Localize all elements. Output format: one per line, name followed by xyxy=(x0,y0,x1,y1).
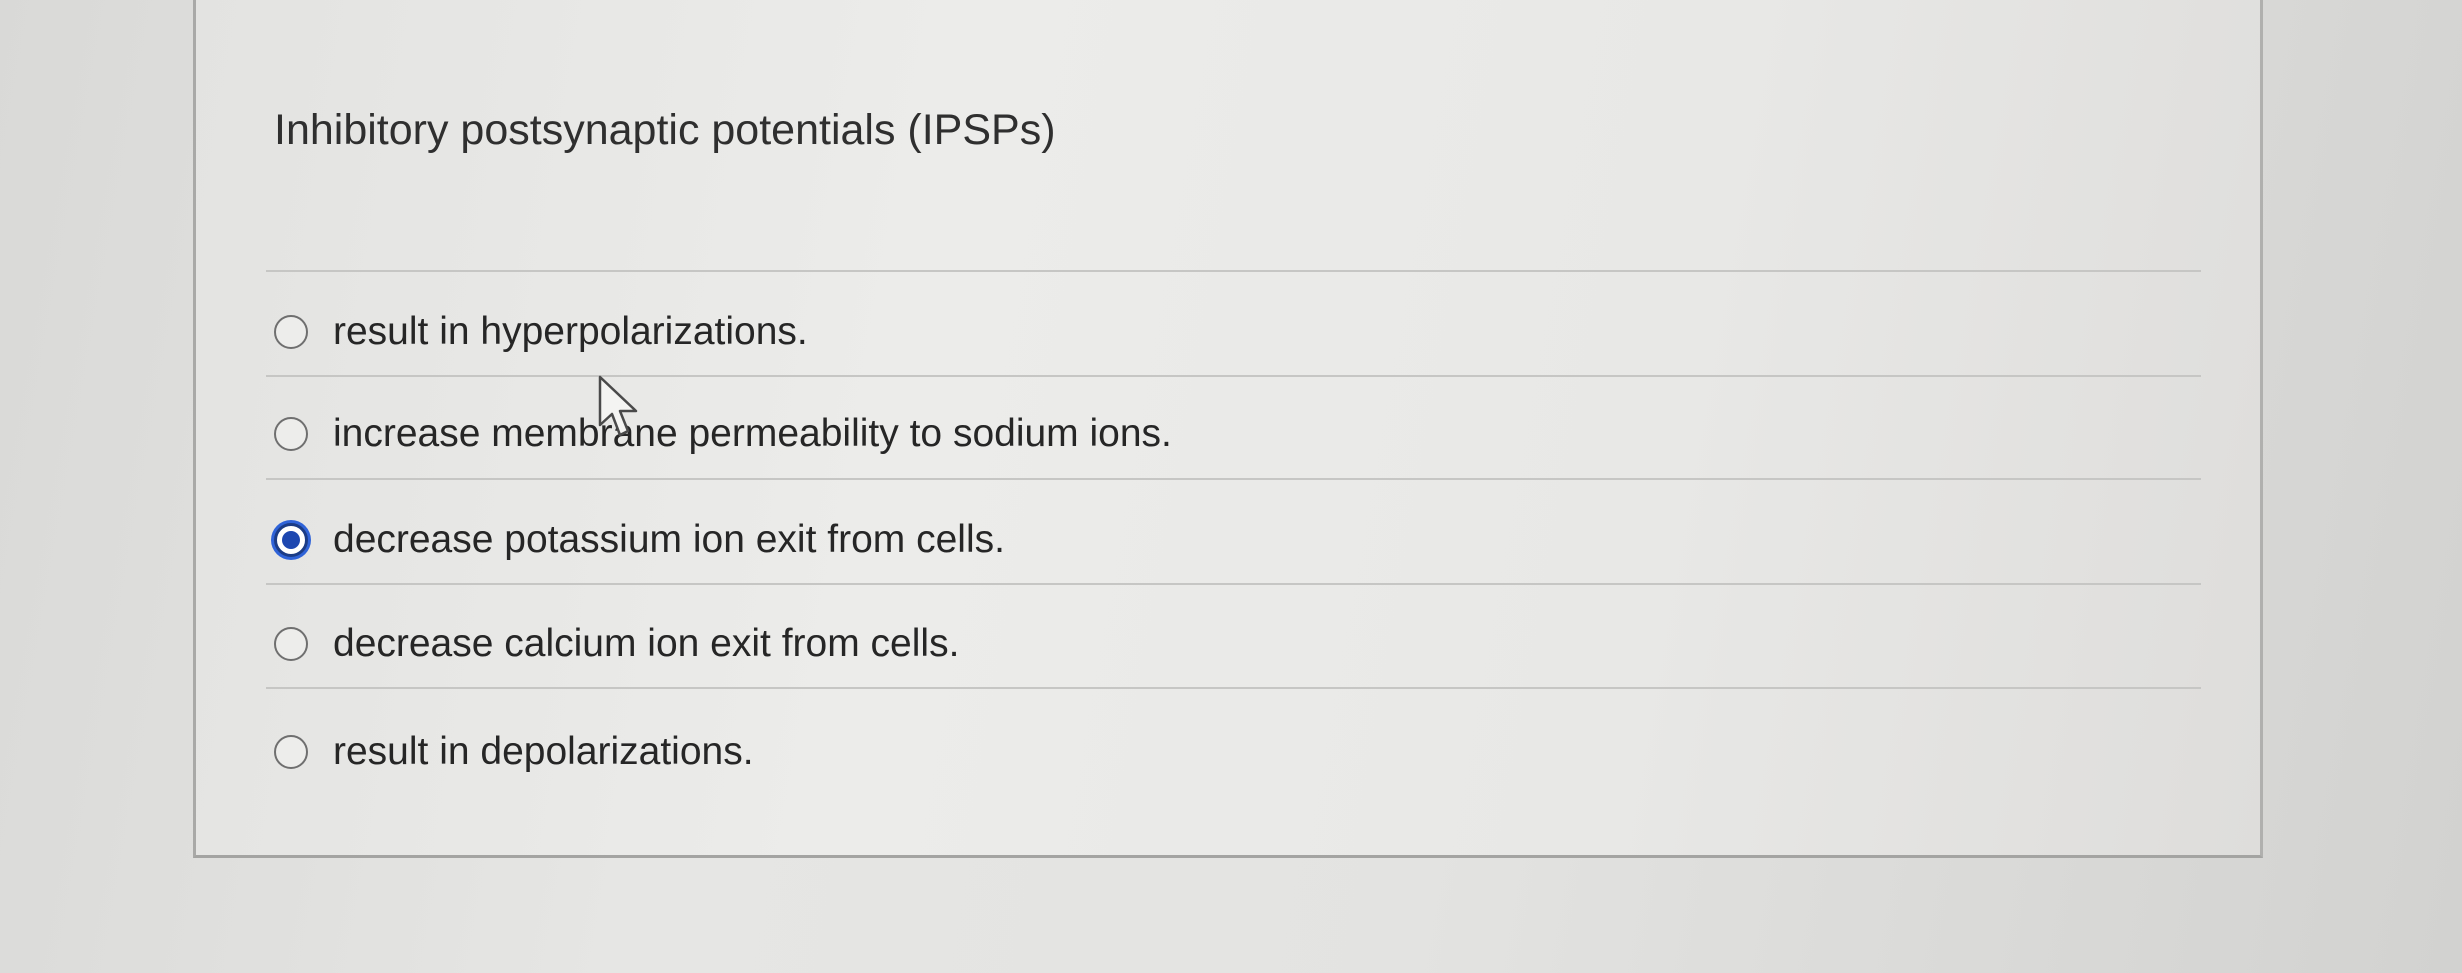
answer-option-2[interactable]: increase membrane permeability to sodium… xyxy=(274,404,1172,464)
question-text: Inhibitory postsynaptic potentials (IPSP… xyxy=(274,106,1056,154)
radio-button[interactable] xyxy=(274,315,308,349)
answer-option-4[interactable]: decrease calcium ion exit from cells. xyxy=(274,614,959,674)
answer-option-label: decrease potassium ion exit from cells. xyxy=(333,518,1005,561)
radio-button[interactable] xyxy=(274,735,308,769)
answer-option-label: result in depolarizations. xyxy=(333,730,754,773)
divider xyxy=(266,270,2201,272)
divider xyxy=(266,375,2201,377)
radio-button[interactable] xyxy=(274,627,308,661)
radio-selected-dot xyxy=(282,531,300,549)
radio-button-selected[interactable] xyxy=(274,523,308,557)
divider xyxy=(266,478,2201,480)
mouse-pointer-icon xyxy=(598,375,638,437)
divider xyxy=(266,687,2201,689)
answer-option-3[interactable]: decrease potassium ion exit from cells. xyxy=(274,510,1005,570)
question-card: Inhibitory postsynaptic potentials (IPSP… xyxy=(193,0,2263,858)
divider xyxy=(266,583,2201,585)
answer-option-label: result in hyperpolarizations. xyxy=(333,310,808,353)
radio-button[interactable] xyxy=(274,417,308,451)
answer-option-5[interactable]: result in depolarizations. xyxy=(274,722,754,782)
answer-option-label: decrease calcium ion exit from cells. xyxy=(333,622,960,665)
answer-option-label: increase membrane permeability to sodium… xyxy=(333,412,1172,455)
answer-option-1[interactable]: result in hyperpolarizations. xyxy=(274,302,808,362)
